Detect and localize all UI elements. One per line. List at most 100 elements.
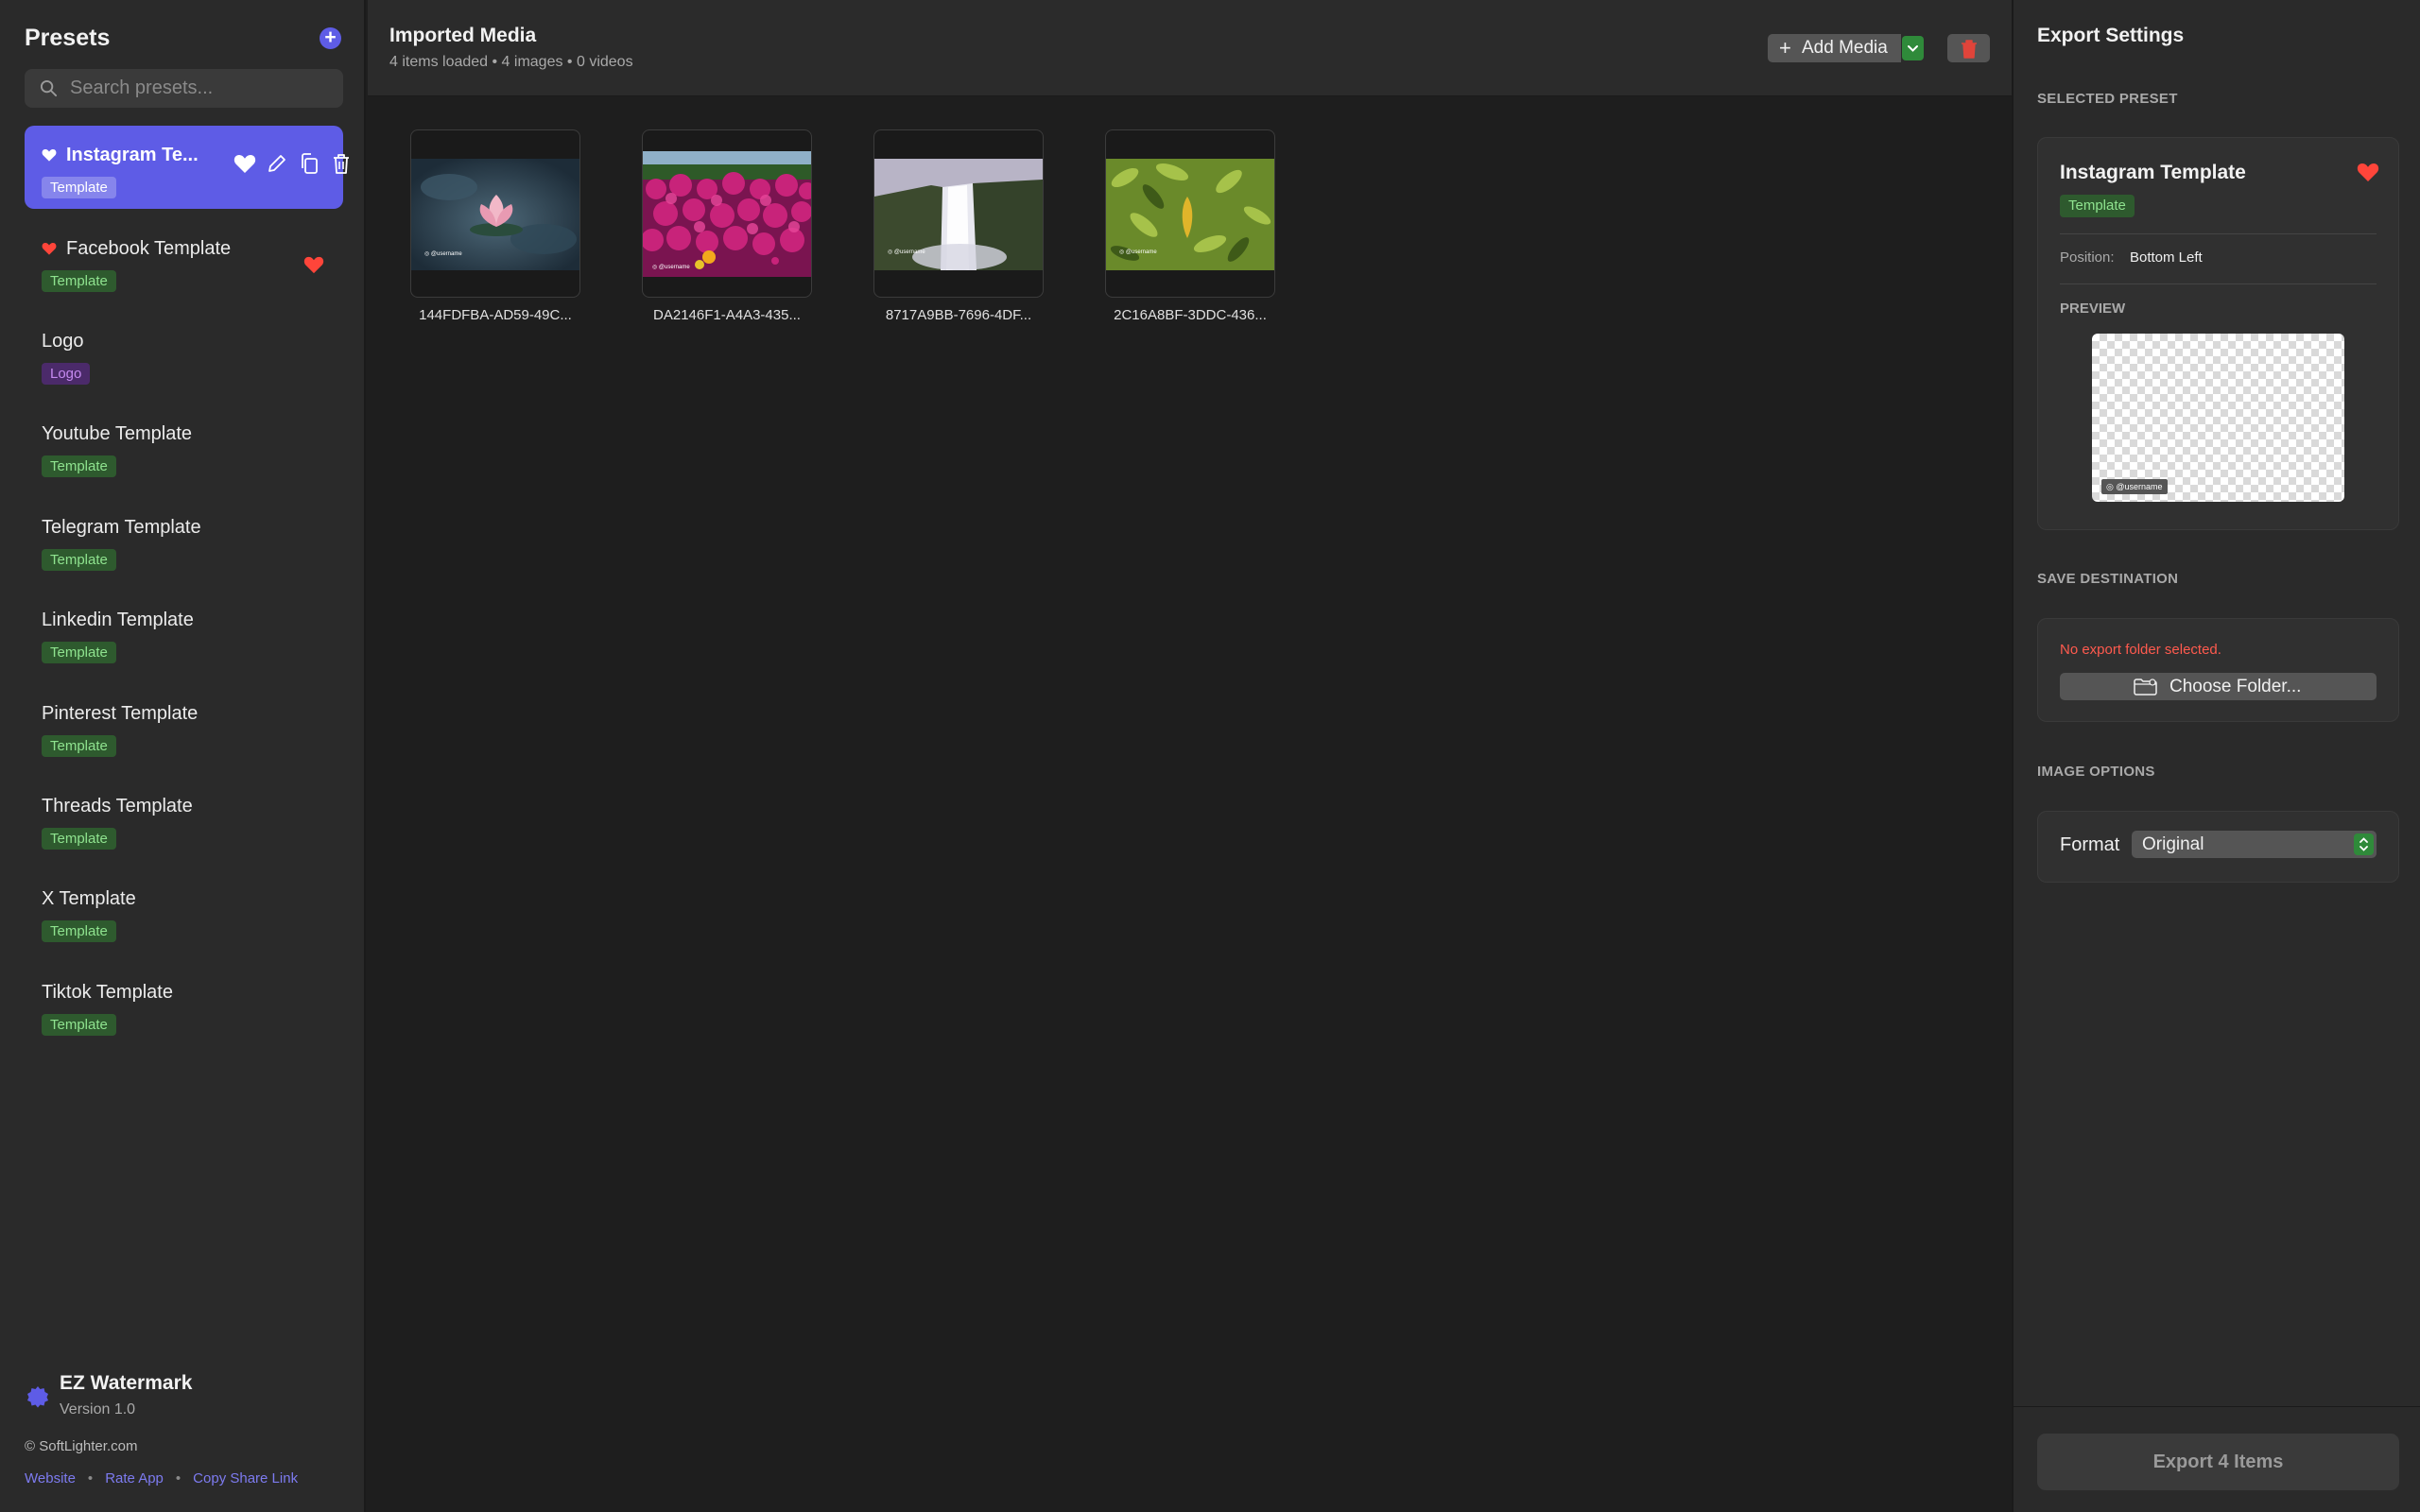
- favorite-heart-icon[interactable]: [233, 152, 256, 175]
- preview-label: PREVIEW: [2060, 301, 2126, 317]
- selected-preset-tag: Template: [2060, 195, 2135, 217]
- preset-name: Tiktok Template: [42, 982, 173, 1003]
- svg-text:◎ @username: ◎ @username: [424, 251, 462, 257]
- preset-tag: Template: [42, 828, 116, 850]
- media-summary: 4 items loaded • 4 images • 0 videos: [389, 54, 633, 70]
- footer-links: Website • Rate App • Copy Share Link: [25, 1470, 299, 1486]
- search-input[interactable]: [70, 69, 335, 108]
- search-icon: [40, 79, 58, 97]
- copyright-text: © SoftLighter.com: [25, 1438, 138, 1454]
- preset-item-youtube[interactable]: Youtube Template Template: [25, 404, 343, 488]
- svg-text:◎ @username: ◎ @username: [652, 265, 690, 270]
- image-options-label: IMAGE OPTIONS: [2037, 764, 2155, 780]
- app-logo-icon: [27, 1386, 48, 1408]
- clear-media-button[interactable]: [1947, 34, 1990, 62]
- heart-icon: [42, 243, 57, 255]
- preset-tag: Template: [42, 1014, 116, 1036]
- image-leaves: ◎ @username: [1106, 159, 1274, 270]
- preset-tag: Template: [42, 270, 116, 292]
- watermark-preview: ◎ @username: [2092, 334, 2344, 502]
- preset-tag: Template: [42, 920, 116, 942]
- media-thumbnail[interactable]: ◎ @username: [410, 129, 580, 298]
- choose-folder-button[interactable]: Choose Folder...: [2060, 673, 2377, 700]
- selected-preset-name: Instagram Template: [2060, 162, 2246, 183]
- search-box[interactable]: [25, 69, 343, 108]
- delete-icon[interactable]: [330, 152, 353, 175]
- media-thumbnail[interactable]: ◎ @username: [1105, 129, 1275, 298]
- image-flowers: ◎ @username: [643, 151, 811, 277]
- rate-app-link[interactable]: Rate App: [105, 1470, 164, 1486]
- preset-tag: Template: [42, 549, 116, 571]
- image-options-card: Format Original: [2037, 811, 2399, 883]
- add-media-button[interactable]: + Add Media: [1768, 34, 1901, 62]
- format-select[interactable]: Original: [2132, 831, 2377, 858]
- export-settings-title: Export Settings: [2037, 25, 2185, 46]
- duplicate-icon[interactable]: [298, 152, 320, 175]
- media-filename: DA2146F1-A4A3-435...: [653, 307, 801, 323]
- save-destination-card: No export folder selected. Choose Folder…: [2037, 618, 2399, 722]
- preset-item-telegram[interactable]: Telegram Template Template: [25, 498, 343, 581]
- watermark-sample: ◎ @username: [2101, 479, 2168, 494]
- preset-name: Logo: [42, 331, 84, 352]
- preset-item-facebook[interactable]: Facebook Template Template: [25, 219, 343, 302]
- preset-name: Telegram Template: [42, 517, 201, 538]
- selected-preset-card: Instagram Template Template Position: Bo…: [2037, 137, 2399, 530]
- media-filename: 144FDFBA-AD59-49C...: [419, 307, 572, 323]
- selected-preset-label: SELECTED PRESET: [2037, 91, 2178, 107]
- add-media-menu-button[interactable]: [1902, 36, 1924, 60]
- no-folder-warning: No export folder selected.: [2060, 642, 2221, 658]
- copy-share-link[interactable]: Copy Share Link: [193, 1470, 298, 1486]
- plus-icon: +: [1779, 36, 1791, 60]
- sidebar-title: Presets: [25, 25, 111, 51]
- image-lotus: ◎ @username: [411, 159, 579, 270]
- preset-tag: Logo: [42, 363, 91, 385]
- add-preset-button[interactable]: +: [320, 27, 341, 49]
- preset-name: Instagram Te...: [66, 145, 199, 165]
- svg-text:◎ @username: ◎ @username: [1119, 249, 1157, 255]
- chevron-down-icon: [1908, 45, 1918, 52]
- save-destination-label: SAVE DESTINATION: [2037, 571, 2179, 587]
- favorite-heart-icon[interactable]: [303, 255, 324, 274]
- preset-name: Linkedin Template: [42, 610, 194, 630]
- svg-text:◎ @username: ◎ @username: [888, 249, 925, 255]
- preset-item-threads[interactable]: Threads Template Template: [25, 777, 343, 860]
- media-header: Imported Media 4 items loaded • 4 images…: [368, 0, 2012, 96]
- folder-icon: [2134, 679, 2157, 696]
- media-filename: 8717A9BB-7696-4DF...: [885, 307, 1032, 323]
- preset-name: Youtube Template: [42, 423, 193, 444]
- export-settings-panel: Export Settings SELECTED PRESET Instagra…: [2012, 0, 2420, 1512]
- chevron-up-down-icon: [2354, 833, 2374, 855]
- preset-item-linkedin[interactable]: Linkedin Template Template: [25, 591, 343, 674]
- preset-name: Pinterest Template: [42, 703, 199, 724]
- preset-item-instagram[interactable]: Instagram Te... Template: [25, 126, 349, 209]
- website-link[interactable]: Website: [25, 1470, 76, 1486]
- export-footer: Export 4 Items: [2014, 1406, 2420, 1512]
- preset-item-x[interactable]: X Template Template: [25, 869, 343, 953]
- position-value: Bottom Left: [2130, 249, 2203, 266]
- media-title: Imported Media: [389, 25, 537, 46]
- preset-tag: Template: [42, 455, 116, 477]
- presets-sidebar: Presets + Instagram Te... Template Faceb…: [0, 0, 366, 1512]
- heart-icon: [42, 149, 57, 162]
- edit-pencil-icon[interactable]: [266, 152, 288, 175]
- format-label: Format: [2060, 834, 2120, 855]
- media-thumbnail[interactable]: ◎ @username: [873, 129, 1044, 298]
- preset-item-pinterest[interactable]: Pinterest Template Template: [25, 684, 343, 767]
- app-name: EZ Watermark: [60, 1372, 193, 1394]
- preset-tag: Template: [42, 735, 116, 757]
- preset-tag: Template: [42, 177, 116, 198]
- trash-icon: [1962, 40, 1977, 59]
- position-label: Position:: [2060, 249, 2115, 266]
- preset-name: X Template: [42, 888, 136, 909]
- media-thumbnail[interactable]: ◎ @username: [642, 129, 812, 298]
- preset-name: Threads Template: [42, 796, 193, 816]
- export-button[interactable]: Export 4 Items: [2037, 1434, 2399, 1490]
- preset-item-logo[interactable]: Logo Logo: [25, 312, 343, 395]
- preset-tag: Template: [42, 642, 116, 663]
- preset-item-tiktok[interactable]: Tiktok Template Template: [25, 963, 343, 1046]
- preset-name: Facebook Template: [66, 238, 232, 259]
- app-version: Version 1.0: [60, 1401, 136, 1418]
- favorite-heart-icon[interactable]: [2357, 162, 2379, 182]
- media-filename: 2C16A8BF-3DDC-436...: [1114, 307, 1267, 323]
- image-waterfall: ◎ @username: [874, 159, 1043, 270]
